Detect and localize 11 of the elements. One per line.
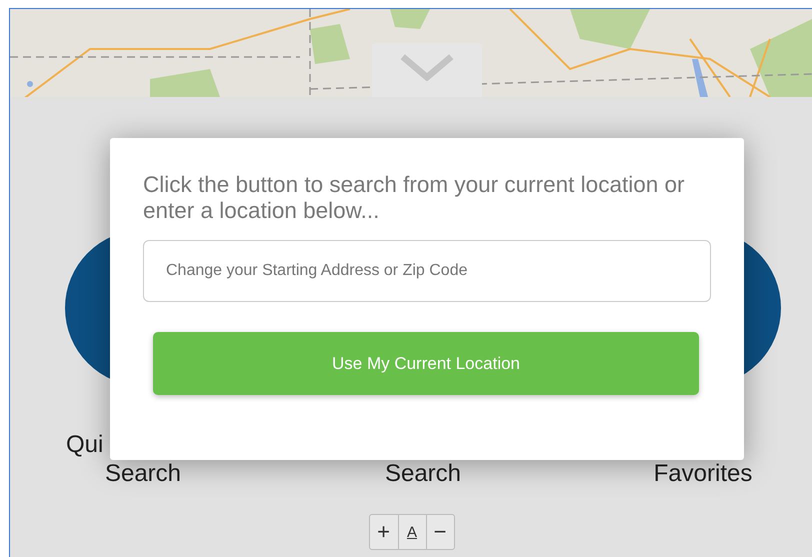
tile-label: Favorites — [654, 459, 752, 488]
font-size-button[interactable]: + — [370, 515, 398, 549]
font-size-button[interactable]: A — [398, 515, 426, 549]
tile-label: Search — [104, 459, 182, 488]
address-field[interactable]: Change your Starting Address or Zip Code — [143, 240, 711, 302]
tile-label: Search — [384, 459, 462, 488]
chevron-down-icon — [398, 53, 456, 81]
collapse-tab[interactable] — [372, 43, 482, 97]
dialog-message: Click the button to search from your current location or enter a location below... — [143, 172, 686, 224]
tile-label: Qui — [66, 430, 104, 459]
font-size-button[interactable]: − — [426, 515, 454, 549]
